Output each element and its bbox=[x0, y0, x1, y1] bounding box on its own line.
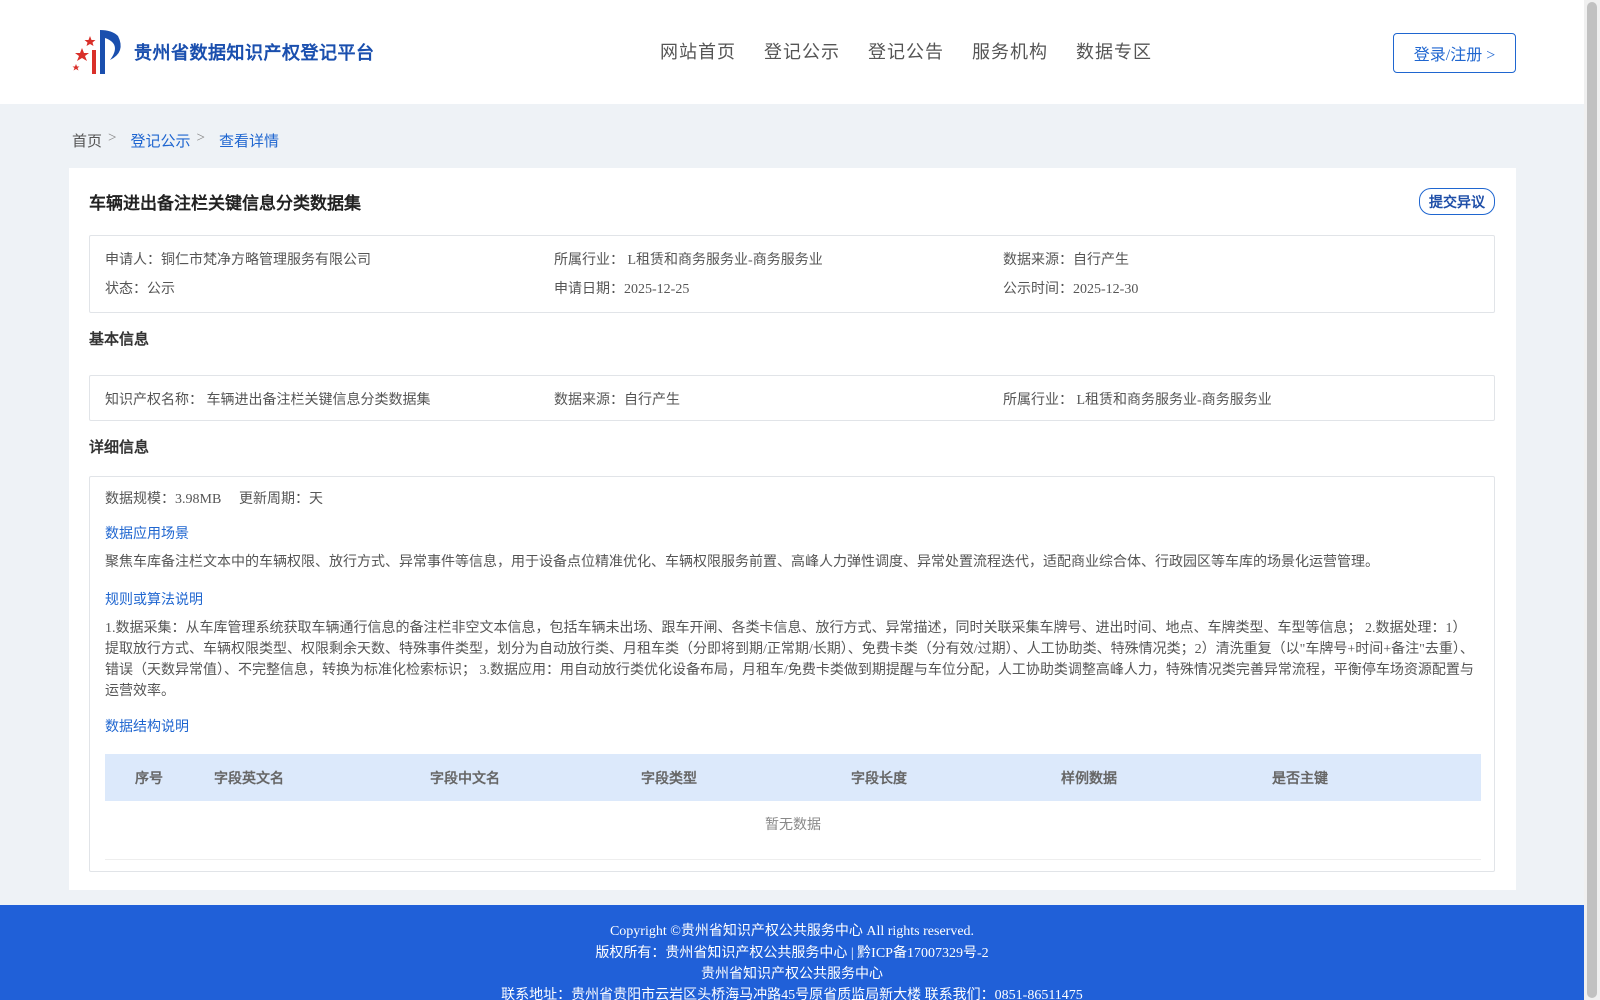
nav-home[interactable]: 网站首页 bbox=[660, 38, 736, 64]
page-scrollbar[interactable] bbox=[1584, 0, 1600, 1000]
col-field-length: 字段长度 bbox=[851, 771, 907, 787]
site-header: 贵州省数据知识产权登记平台 网站首页 登记公示 登记公告 服务机构 数据专区 登… bbox=[0, 0, 1584, 104]
applicant-label: 申请人： bbox=[105, 253, 161, 268]
detail-info-heading: 详细信息 bbox=[89, 440, 150, 456]
publish-date-value: 2025-12-30 bbox=[1073, 282, 1139, 297]
breadcrumb-separator: > bbox=[196, 130, 205, 146]
basic-source-field: 数据来源：自行产生 bbox=[554, 389, 680, 409]
table-empty-text: 暂无数据 bbox=[765, 818, 821, 833]
applicant-field: 申请人：铜仁市梵净方略管理服务有限公司 bbox=[105, 249, 371, 269]
basic-industry-label: 所属行业： bbox=[1003, 393, 1073, 408]
apply-date-field: 申请日期：2025-12-25 bbox=[554, 278, 689, 298]
site-footer: Copyright ©贵州省知识产权公共服务中心 All rights rese… bbox=[0, 905, 1584, 1000]
footer-owner: 版权所有：贵州省知识产权公共服务中心 | 黔ICP备17007329号-2 bbox=[595, 946, 989, 961]
col-field-type: 字段类型 bbox=[641, 771, 697, 787]
scale-label: 数据规模： bbox=[105, 492, 175, 507]
industry-value: L租赁和商务服务业-商务服务业 bbox=[627, 253, 823, 268]
login-register-button[interactable]: 登录/注册 > bbox=[1393, 33, 1516, 73]
col-field-en: 字段英文名 bbox=[214, 771, 284, 787]
industry-label: 所属行业： bbox=[554, 253, 624, 268]
status-label: 状态： bbox=[105, 282, 147, 297]
ip-name-value: 车辆进出备注栏关键信息分类数据集 bbox=[206, 393, 431, 408]
col-sample: 样例数据 bbox=[1061, 771, 1117, 787]
detail-card: 车辆进出备注栏关键信息分类数据集 提交异议 申请人：铜仁市梵净方略管理服务有限公… bbox=[69, 168, 1516, 890]
publish-date-label: 公示时间： bbox=[1003, 282, 1073, 297]
detail-info-box: 数据规模：3.98MB 更新周期：天 数据应用场景 聚焦车库备注栏文本中的车辆权… bbox=[89, 476, 1495, 872]
scale-field: 数据规模：3.98MB bbox=[105, 488, 221, 508]
logo-icon bbox=[72, 30, 121, 74]
source-label: 数据来源： bbox=[1003, 253, 1073, 268]
cycle-label: 更新周期： bbox=[239, 492, 309, 507]
scenario-heading: 数据应用场景 bbox=[105, 527, 189, 542]
status-field: 状态：公示 bbox=[105, 278, 175, 298]
breadcrumb-separator: > bbox=[108, 130, 117, 146]
scrollbar-thumb[interactable] bbox=[1587, 2, 1597, 998]
cycle-value: 天 bbox=[309, 492, 323, 507]
source-value: 自行产生 bbox=[1073, 253, 1129, 268]
publish-date-field: 公示时间：2025-12-30 bbox=[1003, 278, 1138, 298]
status-value: 公示 bbox=[147, 282, 175, 297]
submit-objection-button[interactable]: 提交异议 bbox=[1419, 188, 1495, 215]
basic-info-box: 知识产权名称： 车辆进出备注栏关键信息分类数据集 数据来源：自行产生 所属行业：… bbox=[89, 375, 1495, 421]
summary-box: 申请人：铜仁市梵净方略管理服务有限公司 所属行业： L租赁和商务服务业-商务服务… bbox=[89, 235, 1495, 313]
source-field: 数据来源：自行产生 bbox=[1003, 249, 1129, 269]
ip-name-label: 知识产权名称： bbox=[105, 393, 203, 408]
basic-industry-value: L租赁和商务服务业-商务服务业 bbox=[1076, 393, 1272, 408]
nav-service-agencies[interactable]: 服务机构 bbox=[972, 38, 1048, 64]
basic-source-label: 数据来源： bbox=[554, 393, 624, 408]
algorithm-heading: 规则或算法说明 bbox=[105, 593, 203, 608]
basic-source-value: 自行产生 bbox=[624, 393, 680, 408]
breadcrumb-registration-publicity[interactable]: 登记公示 bbox=[130, 130, 190, 151]
cycle-field: 更新周期：天 bbox=[239, 488, 323, 508]
breadcrumb-current: 查看详情 bbox=[218, 134, 279, 150]
industry-field: 所属行业： L租赁和商务服务业-商务服务业 bbox=[554, 249, 823, 269]
main-nav: 网站首页 登记公示 登记公告 服务机构 数据专区 bbox=[660, 38, 1152, 64]
site-logo[interactable]: 贵州省数据知识产权登记平台 bbox=[70, 26, 375, 78]
col-primary-key: 是否主键 bbox=[1272, 771, 1328, 787]
algorithm-text: 1.数据采集：从车库管理系统获取车辆通行信息的备注栏非空文本信息，包括车辆未出场… bbox=[105, 621, 1474, 699]
nav-registration-announcement[interactable]: 登记公告 bbox=[868, 38, 944, 64]
structure-heading: 数据结构说明 bbox=[105, 720, 189, 735]
basic-industry-field: 所属行业： L租赁和商务服务业-商务服务业 bbox=[1003, 389, 1272, 409]
nav-data-zone[interactable]: 数据专区 bbox=[1076, 38, 1152, 64]
page-title: 车辆进出备注栏关键信息分类数据集 bbox=[89, 194, 361, 213]
basic-info-heading: 基本信息 bbox=[89, 332, 150, 348]
col-index: 序号 bbox=[135, 771, 163, 787]
footer-org: 贵州省知识产权公共服务中心 bbox=[701, 967, 883, 982]
apply-date-value: 2025-12-25 bbox=[624, 282, 690, 297]
footer-contact: 联系地址：贵州省贵阳市云岩区头桥海马冲路45号原省质监局新大楼 联系我们：085… bbox=[501, 988, 1083, 1000]
site-name: 贵州省数据知识产权登记平台 bbox=[134, 43, 375, 63]
nav-registration-publicity[interactable]: 登记公示 bbox=[764, 38, 840, 64]
col-field-cn: 字段中文名 bbox=[430, 771, 500, 787]
apply-date-label: 申请日期： bbox=[554, 282, 624, 297]
structure-table-header: 序号 字段英文名 字段中文名 字段类型 字段长度 样例数据 是否主键 bbox=[105, 754, 1481, 801]
applicant-value: 铜仁市梵净方略管理服务有限公司 bbox=[161, 253, 371, 268]
breadcrumb-home[interactable]: 首页 bbox=[72, 130, 102, 151]
ip-name-field: 知识产权名称： 车辆进出备注栏关键信息分类数据集 bbox=[105, 389, 431, 409]
table-divider bbox=[105, 859, 1481, 860]
scale-value: 3.98MB bbox=[175, 492, 222, 507]
footer-copyright: Copyright ©贵州省知识产权公共服务中心 All rights rese… bbox=[609, 924, 975, 939]
breadcrumb: 首页 > 登记公示 > 查看详情 bbox=[72, 130, 279, 151]
scenario-text: 聚焦车库备注栏文本中的车辆权限、放行方式、异常事件等信息，用于设备点位精准优化、… bbox=[105, 555, 1379, 570]
